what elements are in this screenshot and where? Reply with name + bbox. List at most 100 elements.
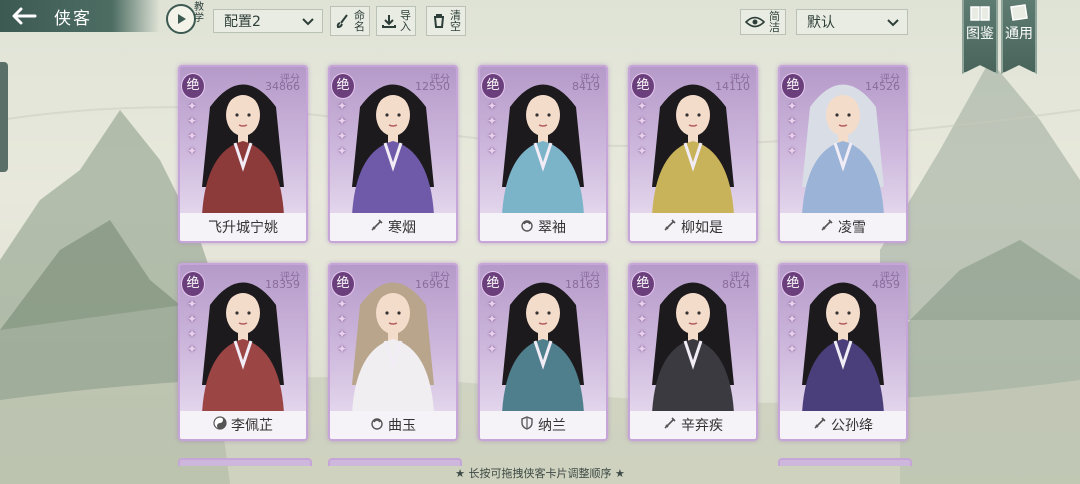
rarity-badge: 绝 <box>331 271 355 297</box>
palm-icon <box>370 416 384 434</box>
hero-name: 李佩芷 <box>231 418 273 434</box>
hero-card[interactable]: 绝 ✦ ✦ ✦ ✦ 评分 14110 柳如是 <box>628 65 758 243</box>
hero-name-bar: 柳如是 <box>630 213 756 241</box>
rarity-badge: 绝 <box>781 271 805 297</box>
feather-star-icon: ✦ <box>336 99 348 113</box>
palm-icon <box>520 218 534 236</box>
hero-name-bar: 寒烟 <box>330 213 456 241</box>
star-rating: ✦ ✦ ✦ ✦ <box>785 100 799 158</box>
hero-card[interactable]: 绝 ✦ ✦ ✦ ✦ 评分 18163 纳兰 <box>478 263 608 441</box>
rarity-badge: 绝 <box>181 271 205 297</box>
config-value: 配置2 <box>224 14 261 30</box>
sword-icon <box>813 416 827 434</box>
feather-star-icon: ✦ <box>636 129 648 143</box>
book-icon <box>970 6 990 21</box>
config-select[interactable]: 配置2 <box>213 9 323 33</box>
sort-select[interactable]: 默认 <box>796 9 908 35</box>
rarity-badge: 绝 <box>181 73 205 99</box>
import-icon <box>380 12 398 30</box>
star-rating: ✦ ✦ ✦ ✦ <box>785 298 799 356</box>
feather-star-icon: ✦ <box>636 312 648 326</box>
feather-star-icon: ✦ <box>786 312 798 326</box>
hero-card[interactable]: 绝 ✦ ✦ ✦ ✦ 评分 14526 凌雪 <box>778 65 908 243</box>
hero-name-bar: 飞升城宁姚 <box>180 213 306 241</box>
feather-star-icon: ✦ <box>486 129 498 143</box>
clear-button[interactable]: 清空 <box>426 6 466 36</box>
score-value: 18163 <box>565 278 600 291</box>
rename-button[interactable]: 命名 <box>330 6 370 36</box>
feather-star-icon: ✦ <box>486 99 498 113</box>
feather-star-icon: ✦ <box>486 297 498 311</box>
side-drawer-handle[interactable] <box>0 62 8 172</box>
hero-name-bar: 公孙绛 <box>780 411 906 439</box>
feather-star-icon: ✦ <box>636 297 648 311</box>
rename-label: 命名 <box>354 9 365 33</box>
sword-icon <box>820 218 834 236</box>
drag-hint: ★ 长按可拖拽侠客卡片调整顺序 ★ <box>455 467 625 480</box>
sword-icon <box>663 416 677 434</box>
hero-card[interactable]: 绝 ✦ ✦ ✦ ✦ 评分 4859 公孙绛 <box>778 263 908 441</box>
hero-card[interactable]: 绝 ✦ ✦ ✦ ✦ 评分 18359 李佩芷 <box>178 263 308 441</box>
star-rating: ✦ ✦ ✦ ✦ <box>335 100 349 158</box>
feather-star-icon: ✦ <box>786 327 798 341</box>
tab-codex[interactable]: 图鉴 <box>962 0 998 74</box>
hero-name-bar: 纳兰 <box>480 411 606 439</box>
rarity-badge: 绝 <box>781 73 805 99</box>
feather-star-icon: ✦ <box>336 144 348 158</box>
chevron-down-icon <box>302 18 314 26</box>
score-value: 14110 <box>715 80 750 93</box>
feather-star-icon: ✦ <box>186 312 198 326</box>
shield-icon <box>520 416 534 434</box>
feather-star-icon: ✦ <box>186 327 198 341</box>
score-value: 12550 <box>415 80 450 93</box>
feather-star-icon: ✦ <box>786 99 798 113</box>
back-button[interactable] <box>0 0 48 32</box>
feather-star-icon: ✦ <box>486 327 498 341</box>
score-value: 4859 <box>872 278 900 291</box>
hero-name-bar: 曲玉 <box>330 411 456 439</box>
hero-name: 飞升城宁姚 <box>208 220 278 236</box>
hero-card[interactable]: 绝 ✦ ✦ ✦ ✦ 评分 8419 翠袖 <box>478 65 608 243</box>
import-button[interactable]: 导入 <box>376 6 416 36</box>
feather-star-icon: ✦ <box>786 114 798 128</box>
feather-star-icon: ✦ <box>786 342 798 356</box>
hero-card[interactable]: 绝 ✦ ✦ ✦ ✦ 评分 34866 飞升城宁姚 <box>178 65 308 243</box>
hero-name: 翠袖 <box>538 220 566 236</box>
hero-name: 公孙绛 <box>831 418 873 434</box>
tutorial-button[interactable] <box>166 4 196 34</box>
feather-star-icon: ✦ <box>636 144 648 158</box>
scroll-icon <box>1010 4 1028 21</box>
rarity-badge: 绝 <box>481 73 505 99</box>
feather-star-icon: ✦ <box>786 144 798 158</box>
sword-icon <box>370 218 384 236</box>
feather-star-icon: ✦ <box>186 114 198 128</box>
eye-icon <box>745 16 765 28</box>
star-rating: ✦ ✦ ✦ ✦ <box>485 100 499 158</box>
filter-toggle[interactable]: 简洁 <box>740 9 786 35</box>
hero-card[interactable]: 绝 ✦ ✦ ✦ ✦ 评分 12550 寒烟 <box>328 65 458 243</box>
feather-star-icon: ✦ <box>336 129 348 143</box>
top-bar: 侠客 教学 配置2 命名 导入 清空 简洁 默认 图鉴 通用 <box>0 0 1080 74</box>
score-value: 8419 <box>572 80 600 93</box>
play-icon <box>178 14 186 24</box>
hero-card-grid: 绝 ✦ ✦ ✦ ✦ 评分 34866 飞升城宁姚绝 ✦ ✦ ✦ ✦ 评分 12550 寒烟绝 ✦ ✦ ✦ ✦ 评分 84… <box>178 65 918 445</box>
star-rating: ✦ ✦ ✦ ✦ <box>185 298 199 356</box>
hero-name-bar: 翠袖 <box>480 213 606 241</box>
page-title: 侠客 <box>54 8 92 29</box>
score-value: 14526 <box>865 80 900 93</box>
feather-star-icon: ✦ <box>186 99 198 113</box>
import-label: 导入 <box>400 9 411 33</box>
feather-star-icon: ✦ <box>186 144 198 158</box>
hero-card[interactable]: 绝 ✦ ✦ ✦ ✦ 评分 8614 辛弃疾 <box>628 263 758 441</box>
feather-star-icon: ✦ <box>636 114 648 128</box>
rarity-badge: 绝 <box>481 271 505 297</box>
score-value: 34866 <box>265 80 300 93</box>
star-rating: ✦ ✦ ✦ ✦ <box>635 100 649 158</box>
hero-card[interactable]: 绝 ✦ ✦ ✦ ✦ 评分 16961 曲玉 <box>328 263 458 441</box>
feather-star-icon: ✦ <box>336 327 348 341</box>
feather-star-icon: ✦ <box>336 297 348 311</box>
hero-name-bar: 辛弃疾 <box>630 411 756 439</box>
tab-general[interactable]: 通用 <box>1001 0 1037 74</box>
rarity-badge: 绝 <box>631 271 655 297</box>
hero-name: 寒烟 <box>388 220 416 236</box>
